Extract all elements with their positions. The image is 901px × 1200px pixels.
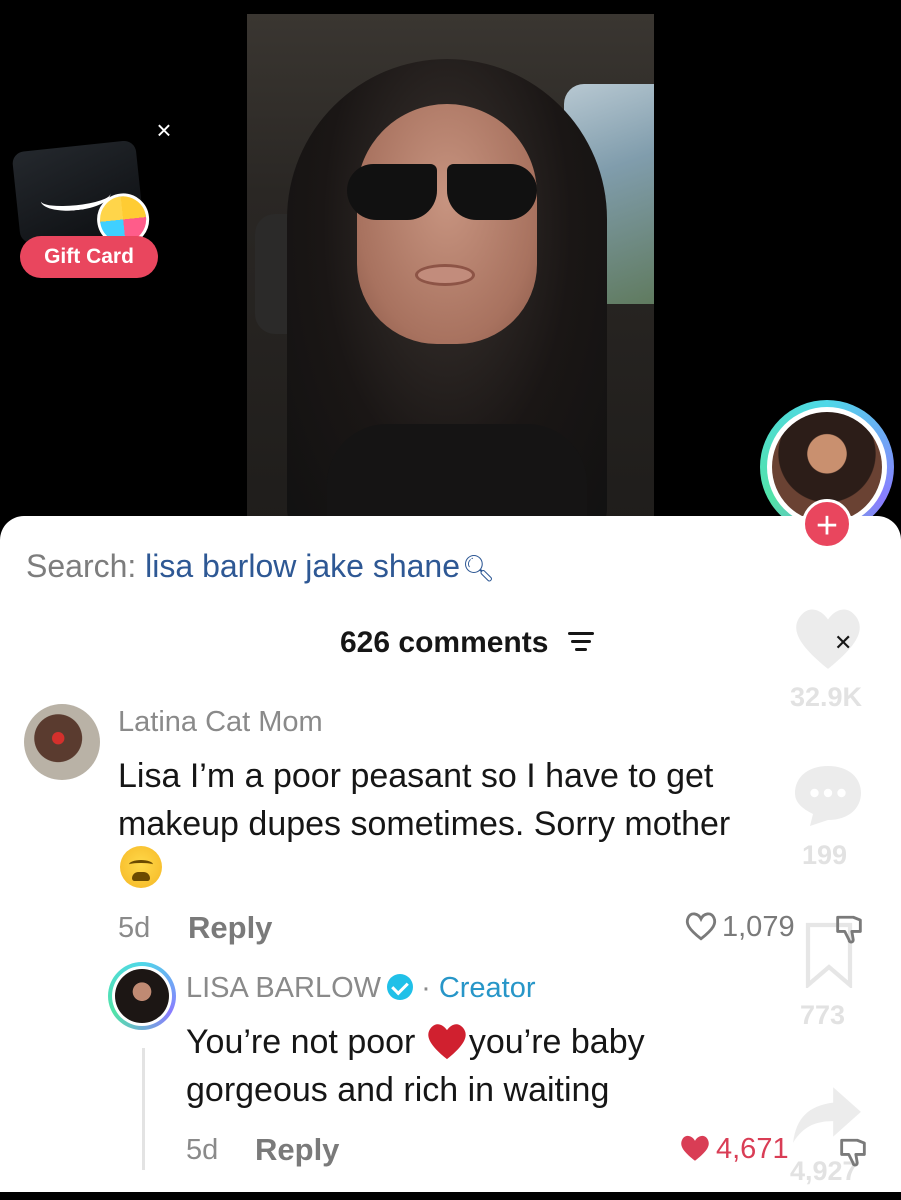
reply-author[interactable]: LISA BARLOW xyxy=(186,972,381,1004)
thread-line xyxy=(142,1048,145,1170)
close-comments-icon[interactable]: ✕ xyxy=(834,630,852,656)
sort-filter-icon[interactable] xyxy=(568,632,594,652)
search-query: lisa barlow jake shane xyxy=(145,548,461,584)
comment-author[interactable]: Latina Cat Mom xyxy=(118,706,323,739)
avatar[interactable] xyxy=(24,704,100,780)
gift-card-button[interactable]: Gift Card xyxy=(20,236,158,278)
heart-outline-icon xyxy=(685,912,717,941)
avatar[interactable] xyxy=(108,962,176,1030)
video-player[interactable] xyxy=(247,14,654,524)
sunglasses xyxy=(347,164,537,224)
separator-dot: · xyxy=(421,972,431,1004)
dislike-icon[interactable] xyxy=(832,913,866,947)
reply-button[interactable]: Reply xyxy=(255,1132,339,1168)
person-shirt xyxy=(327,424,587,524)
search-prefix: Search: xyxy=(26,548,146,584)
red-heart-emoji xyxy=(428,1024,466,1060)
person-mouth xyxy=(415,264,475,286)
heart-filled-icon xyxy=(681,1135,709,1161)
reply-button[interactable]: Reply xyxy=(188,910,272,946)
dislike-icon[interactable] xyxy=(836,1136,870,1170)
reply-text: You’re not poor you’re baby gorgeous and… xyxy=(186,1018,786,1114)
reply-like-count: 4,671 xyxy=(716,1133,789,1165)
search-icon: 🔍︎ xyxy=(462,553,496,583)
gift-card-image[interactable] xyxy=(11,139,152,249)
search-suggestion[interactable]: Search: lisa barlow jake shane🔍︎ xyxy=(26,548,495,585)
creator-badge: Creator xyxy=(438,972,536,1004)
reply-age: 5d xyxy=(186,1134,219,1166)
person-face xyxy=(357,104,537,344)
saves-count: 773 xyxy=(800,1000,846,1030)
comment-age: 5d xyxy=(118,912,151,944)
comments-count: 199 xyxy=(802,840,848,870)
weary-face-emoji xyxy=(120,846,162,888)
comments-title: 626 comments xyxy=(340,626,549,659)
comment-like-count: 1,079 xyxy=(722,911,795,943)
comment-like-button[interactable]: 1,079 xyxy=(684,910,795,944)
likes-count: 32.9K xyxy=(790,682,863,712)
close-icon[interactable]: × xyxy=(152,117,176,143)
reply-author-row: LISA BARLOW · Creator xyxy=(186,972,536,1005)
follow-plus-button[interactable]: + xyxy=(802,499,852,549)
reply-like-button[interactable]: 4,671 xyxy=(678,1132,789,1166)
like-heart-icon[interactable] xyxy=(790,604,866,672)
reply-text-part-1: You’re not poor xyxy=(186,1023,425,1061)
comment-text: Lisa I’m a poor peasant so I have to get… xyxy=(118,757,731,843)
verified-badge-icon xyxy=(387,974,414,1000)
